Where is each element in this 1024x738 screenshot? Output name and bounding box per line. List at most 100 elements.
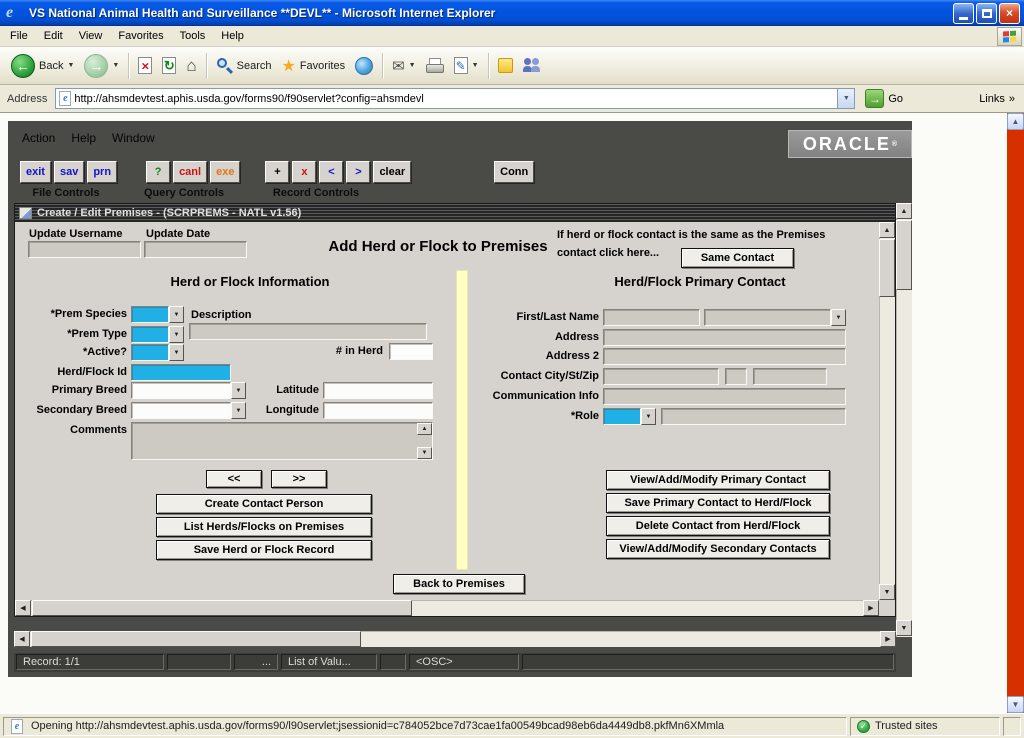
browser-vertical-scrollbar[interactable]: ▲ ▼ [1007, 113, 1024, 713]
exit-button[interactable]: exit [20, 161, 51, 183]
edit-button[interactable]: ✎ ▼ [449, 50, 484, 82]
forward-dropdown-icon[interactable]: ▼ [112, 62, 119, 69]
active-dropdown[interactable]: ▼ [169, 344, 184, 361]
browser-scroll-down-button[interactable]: ▼ [1007, 696, 1024, 713]
minimize-button[interactable] [953, 3, 974, 24]
prem-species-dropdown[interactable]: ▼ [169, 306, 184, 323]
menu-help[interactable]: Help [213, 27, 252, 45]
stop-button[interactable]: × [133, 50, 157, 82]
search-button[interactable]: Search [211, 50, 277, 82]
discuss-button[interactable] [518, 50, 547, 82]
menu-view[interactable]: View [71, 27, 111, 45]
applet-menu-help[interactable]: Help [71, 131, 96, 145]
clear-record-button[interactable]: clear [373, 161, 411, 183]
favorites-button[interactable]: ★ Favorites [276, 50, 350, 82]
previous-record-button[interactable]: < [319, 161, 343, 183]
address-input[interactable] [74, 90, 837, 107]
links-button[interactable]: Links » [979, 93, 1019, 105]
previous-herd-button[interactable]: << [206, 470, 262, 488]
contact-state-field [725, 368, 747, 385]
close-button[interactable]: × [999, 3, 1020, 24]
canvas-horizontal-scroll-thumb[interactable] [32, 600, 412, 616]
name-dropdown[interactable]: ▼ [831, 309, 846, 326]
status-ellipsis: ... [234, 654, 278, 670]
delete-record-button[interactable]: x [292, 161, 316, 183]
applet-menu-window[interactable]: Window [112, 131, 155, 145]
execute-query-button[interactable]: exe [210, 161, 240, 183]
print-button[interactable] [421, 50, 449, 82]
herd-flock-id-field[interactable] [131, 364, 231, 381]
next-herd-button[interactable]: >> [271, 470, 327, 488]
security-zone-pane: ✓ Trusted sites [850, 717, 1000, 736]
save-primary-contact-button[interactable]: Save Primary Contact to Herd/Flock [606, 493, 830, 513]
canvas-scroll-left-button[interactable]: ◀ [15, 600, 31, 616]
chevron-down-icon: ▼ [174, 312, 180, 318]
address-dropdown-button[interactable]: ▼ [837, 89, 854, 108]
back-button[interactable]: ← Back ▼ [6, 50, 79, 82]
menu-tools[interactable]: Tools [172, 27, 214, 45]
list-herds-flocks-button[interactable]: List Herds/Flocks on Premises [156, 517, 372, 537]
messenger-button[interactable] [493, 50, 518, 82]
comments-scroll-up-button[interactable]: ▲ [417, 423, 432, 435]
prem-type-field[interactable] [131, 326, 169, 343]
menu-file[interactable]: File [2, 27, 36, 45]
same-contact-button[interactable]: Same Contact [681, 248, 794, 268]
prem-type-dropdown[interactable]: ▼ [169, 326, 184, 343]
edit-dropdown-icon[interactable]: ▼ [472, 62, 479, 69]
resize-grip[interactable] [1003, 717, 1021, 736]
save-herd-flock-record-button[interactable]: Save Herd or Flock Record [156, 540, 372, 560]
mail-dropdown-icon[interactable]: ▼ [409, 62, 416, 69]
applet-scroll-up-button[interactable]: ▲ [896, 203, 912, 219]
canvas-scroll-up-button[interactable]: ▲ [879, 222, 895, 238]
canvas-scroll-right-button[interactable]: ▶ [863, 600, 879, 616]
secondary-breed-field[interactable] [131, 402, 231, 419]
refresh-button[interactable]: ↻ [157, 50, 181, 82]
secondary-breed-dropdown[interactable]: ▼ [231, 402, 246, 419]
create-contact-person-button[interactable]: Create Contact Person [156, 494, 372, 514]
prem-species-field[interactable] [131, 306, 169, 323]
role-dropdown[interactable]: ▼ [641, 408, 656, 425]
forward-button[interactable]: → ▼ [79, 50, 124, 82]
delete-contact-button[interactable]: Delete Contact from Herd/Flock [606, 516, 830, 536]
connection-button[interactable]: Conn [494, 161, 534, 183]
maximize-button[interactable] [976, 3, 997, 24]
comments-scroll-down-button[interactable]: ▼ [417, 447, 432, 459]
browser-scroll-up-button[interactable]: ▲ [1007, 113, 1024, 130]
enter-query-button[interactable]: ? [146, 161, 170, 183]
links-chevron-icon: » [1009, 93, 1015, 105]
applet-horizontal-scroll-thumb[interactable] [31, 631, 361, 647]
back-to-premises-button[interactable]: Back to Premises [393, 574, 525, 594]
media-button[interactable] [350, 50, 378, 82]
applet-scroll-down-button[interactable]: ▼ [896, 620, 912, 636]
applet-scroll-left-button[interactable]: ◀ [14, 631, 30, 647]
view-add-modify-primary-contact-button[interactable]: View/Add/Modify Primary Contact [606, 470, 830, 490]
menu-favorites[interactable]: Favorites [110, 27, 171, 45]
comments-field[interactable] [131, 422, 433, 460]
cancel-query-button[interactable]: canl [173, 161, 207, 183]
applet-vertical-scroll-thumb[interactable] [896, 220, 912, 290]
latitude-field[interactable] [323, 382, 433, 399]
back-dropdown-icon[interactable]: ▼ [67, 62, 74, 69]
primary-breed-field[interactable] [131, 382, 231, 399]
home-button[interactable]: ⌂ [181, 50, 201, 82]
in-herd-field[interactable] [389, 343, 433, 360]
go-button[interactable]: → Go [861, 88, 907, 109]
applet-menu-action[interactable]: Action [22, 131, 55, 145]
canvas-scroll-down-button[interactable]: ▼ [879, 584, 895, 600]
description-field [189, 323, 427, 340]
save-button[interactable]: sav [54, 161, 84, 183]
mdi-titlebar[interactable]: Create / Edit Premises - (SCRPREMS - NAT… [15, 204, 895, 222]
applet-scroll-right-button[interactable]: ▶ [880, 631, 896, 647]
role-field[interactable] [603, 408, 641, 425]
primary-breed-dropdown[interactable]: ▼ [231, 382, 246, 399]
canvas-vertical-scroll-thumb[interactable] [879, 239, 895, 297]
menu-edit[interactable]: Edit [36, 27, 71, 45]
insert-record-button[interactable]: + [265, 161, 289, 183]
active-field[interactable] [131, 344, 169, 361]
longitude-field[interactable] [323, 402, 433, 419]
window-titlebar[interactable]: e VS National Animal Health and Surveill… [0, 0, 1024, 26]
mail-button[interactable]: ✉ ▼ [387, 50, 421, 82]
print-form-button[interactable]: prn [87, 161, 117, 183]
next-record-button[interactable]: > [346, 161, 370, 183]
view-add-modify-secondary-contacts-button[interactable]: View/Add/Modify Secondary Contacts [606, 539, 830, 559]
